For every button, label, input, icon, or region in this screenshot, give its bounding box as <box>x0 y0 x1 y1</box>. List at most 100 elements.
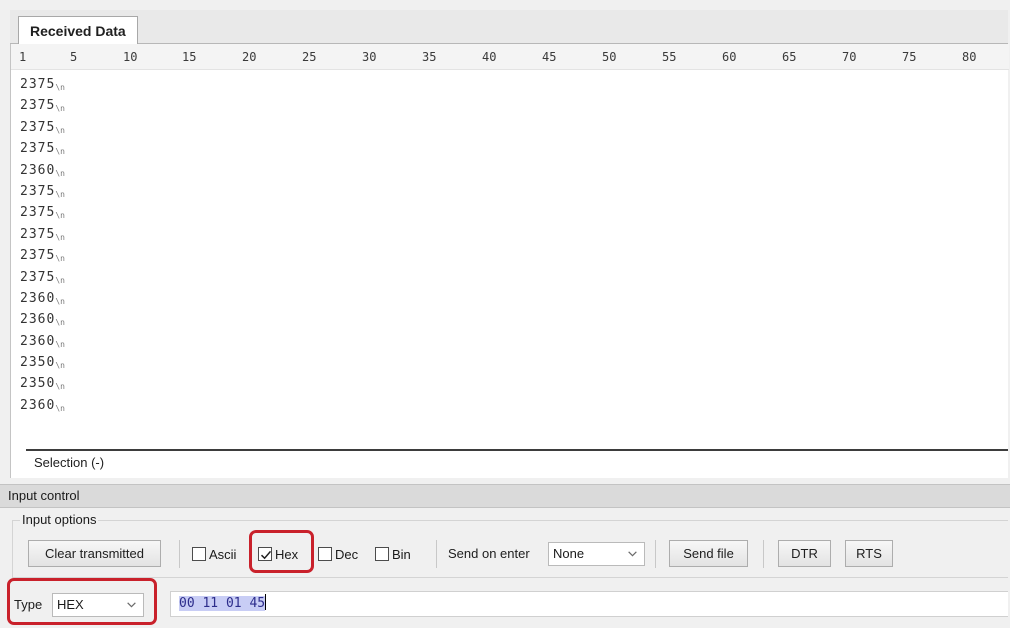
hex-label: Hex <box>275 546 299 562</box>
line-feed-marker: \n <box>55 104 65 114</box>
ruler-mark: 1 <box>19 50 27 64</box>
input-options-label: Input options <box>20 512 99 527</box>
ruler-mark: 65 <box>782 50 797 64</box>
line-feed-marker: \n <box>55 296 65 306</box>
dec-label: Dec <box>335 546 359 562</box>
ruler-mark: 40 <box>482 50 497 64</box>
hex-checkbox[interactable]: Hex <box>258 544 298 564</box>
send-on-enter-label: Send on enter <box>448 546 530 561</box>
received-value: 2375 <box>20 226 56 242</box>
received-value: 2375 <box>20 205 56 221</box>
line-feed-marker: \n <box>55 403 65 413</box>
input-control-header: Input control <box>0 484 1010 508</box>
checkbox-box <box>375 547 389 561</box>
received-value: 2375 <box>20 248 56 264</box>
received-row: 2360\n <box>20 288 65 309</box>
received-row: 2375\n <box>20 181 65 202</box>
received-value: 2375 <box>20 98 56 114</box>
received-value: 2375 <box>20 141 56 157</box>
received-row: 2375\n <box>20 245 65 266</box>
ruler-mark: 20 <box>242 50 257 64</box>
received-row: 2360\n <box>20 160 65 181</box>
received-row: 2375\n <box>20 74 65 95</box>
tab-strip: Received Data <box>10 10 1008 45</box>
hex-input-field[interactable]: 00 11 01 45 <box>170 591 1008 617</box>
separator <box>436 540 437 568</box>
ruler-mark: 50 <box>602 50 617 64</box>
received-data-panel[interactable]: 1 5 10 15 20 25 30 35 40 45 50 55 60 65 … <box>10 44 1009 478</box>
checkbox-box <box>192 547 206 561</box>
tab-received-data[interactable]: Received Data <box>18 16 138 45</box>
clear-transmitted-button[interactable]: Clear transmitted <box>28 540 161 567</box>
ruler-mark: 70 <box>842 50 857 64</box>
separator <box>763 540 764 568</box>
type-label: Type <box>14 597 43 612</box>
received-row: 2350\n <box>20 352 65 373</box>
ruler-mark: 10 <box>123 50 138 64</box>
ruler-mark: 75 <box>902 50 917 64</box>
line-feed-marker: \n <box>55 318 65 328</box>
received-value: 2360 <box>20 397 56 413</box>
type-value: HEX <box>57 597 84 612</box>
line-feed-marker: \n <box>55 232 65 242</box>
ruler-mark: 25 <box>302 50 317 64</box>
ruler-mark: 55 <box>662 50 677 64</box>
chevron-down-icon <box>127 602 136 608</box>
line-feed-marker: \n <box>55 211 65 221</box>
ruler-mark: 15 <box>182 50 197 64</box>
send-file-button[interactable]: Send file <box>669 540 748 567</box>
bin-checkbox[interactable]: Bin <box>375 544 411 564</box>
separator <box>179 540 180 568</box>
ruler-mark: 35 <box>422 50 437 64</box>
received-row: 2375\n <box>20 267 65 288</box>
ruler-mark: 80 <box>962 50 977 64</box>
received-row: 2375\n <box>20 224 65 245</box>
received-value: 2360 <box>20 162 56 178</box>
dec-checkbox[interactable]: Dec <box>318 544 358 564</box>
received-row: 2375\n <box>20 95 65 116</box>
received-value: 2360 <box>20 333 56 349</box>
checkmark-icon <box>258 547 272 561</box>
received-value: 2360 <box>20 312 56 328</box>
line-feed-marker: \n <box>55 361 65 371</box>
received-value: 2375 <box>20 77 56 92</box>
column-ruler: 1 5 10 15 20 25 30 35 40 45 50 55 60 65 … <box>11 44 1009 70</box>
line-feed-marker: \n <box>55 275 65 285</box>
received-row: 2360\n <box>20 395 65 416</box>
received-row: 2350\n <box>20 373 65 394</box>
line-feed-marker: \n <box>55 125 65 135</box>
line-feed-marker: \n <box>55 254 65 264</box>
dtr-button[interactable]: DTR <box>778 540 831 567</box>
line-feed-marker: \n <box>55 83 65 92</box>
received-row: 2360\n <box>20 331 65 352</box>
send-on-enter-value: None <box>553 546 585 561</box>
bin-label: Bin <box>392 546 411 562</box>
ascii-checkbox[interactable]: Ascii <box>192 544 236 564</box>
ruler-mark: 30 <box>362 50 377 64</box>
received-value: 2375 <box>20 269 56 285</box>
checkbox-box <box>318 547 332 561</box>
type-select[interactable]: HEX <box>52 593 144 617</box>
line-feed-marker: \n <box>55 189 65 199</box>
received-value: 2360 <box>20 290 56 306</box>
received-row: 2360\n <box>20 309 65 330</box>
send-on-enter-select[interactable]: None <box>548 542 645 566</box>
line-feed-marker: \n <box>55 382 65 392</box>
rts-button[interactable]: RTS <box>845 540 893 567</box>
selection-divider <box>26 449 1008 451</box>
ascii-label: Ascii <box>209 546 237 562</box>
chevron-down-icon <box>628 551 637 557</box>
received-value: 2350 <box>20 376 56 392</box>
ruler-mark: 5 <box>70 50 78 64</box>
line-feed-marker: \n <box>55 147 65 157</box>
hex-input-value: 00 11 01 45 <box>179 596 266 611</box>
text-caret <box>265 594 267 610</box>
received-row: 2375\n <box>20 202 65 223</box>
received-rows: 2375\n 2375\n 2375\n 2375\n 2360\n 2375\n 2375… <box>20 74 65 416</box>
received-row: 2375\n <box>20 138 65 159</box>
received-row: 2375\n <box>20 117 65 138</box>
received-value: 2375 <box>20 119 56 135</box>
line-feed-marker: \n <box>55 168 65 178</box>
ruler-mark: 60 <box>722 50 737 64</box>
selection-status: Selection (-) <box>34 455 105 470</box>
